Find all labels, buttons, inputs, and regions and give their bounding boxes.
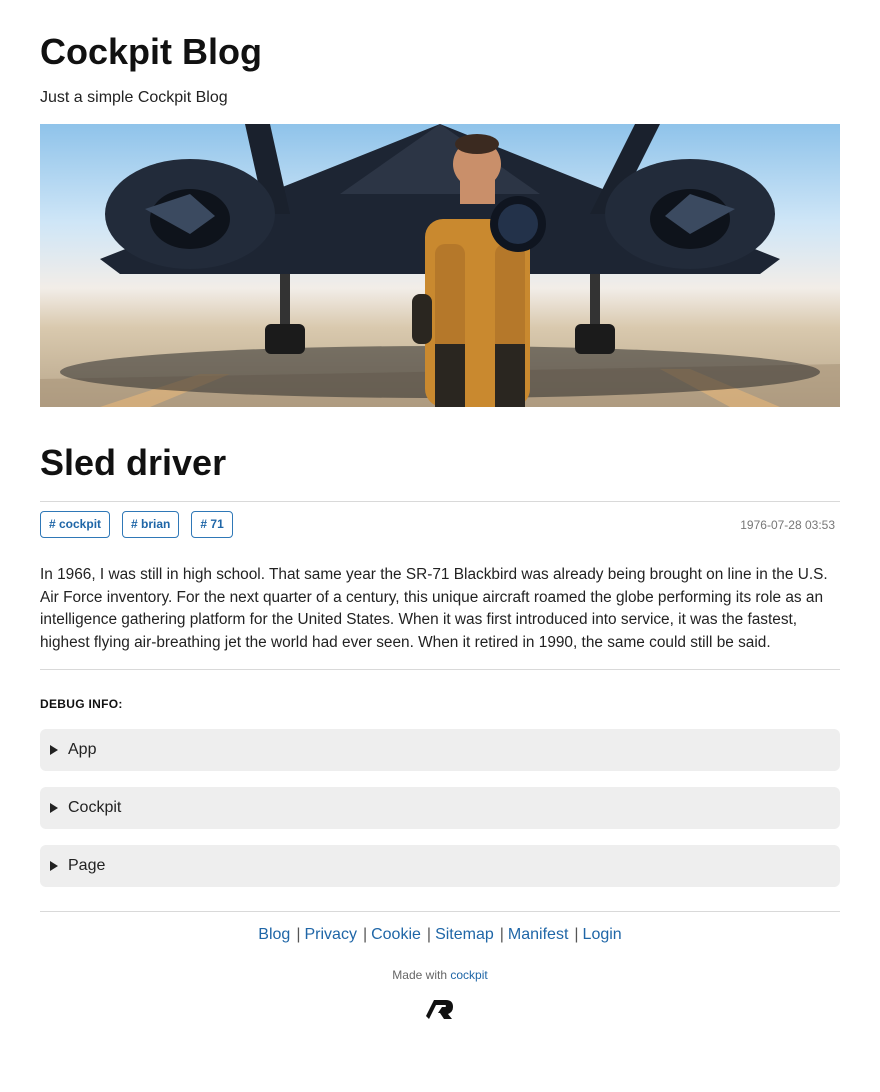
site-subtitle: Just a simple Cockpit Blog: [40, 89, 228, 106]
separator: |: [574, 926, 579, 944]
post-body: In 1966, I was still in high school. Tha…: [40, 566, 828, 651]
footer-link-blog[interactable]: Blog: [258, 926, 290, 943]
debug-section-cockpit[interactable]: Cockpit: [40, 787, 840, 830]
footer-link-sitemap[interactable]: Sitemap: [435, 926, 494, 943]
tag-71[interactable]: # 71: [191, 511, 233, 538]
page: Cockpit Blog Just a simple Cockpit Blog: [0, 0, 880, 1020]
debug-section-app[interactable]: App: [40, 729, 840, 772]
separator: |: [499, 926, 504, 944]
debug-section-label: Cockpit: [68, 799, 122, 817]
tag-cockpit[interactable]: # cockpit: [40, 511, 111, 538]
footer-link-privacy[interactable]: Privacy: [304, 926, 356, 943]
hero-image: [40, 124, 840, 407]
debug-info-label: DEBUG INFO:: [40, 697, 123, 712]
cockpit-link[interactable]: cockpit: [450, 968, 487, 982]
site-title[interactable]: Cockpit Blog: [40, 0, 840, 74]
cockpit-logo-icon[interactable]: [40, 998, 840, 1020]
made-with: Made with cockpit: [40, 968, 840, 982]
cockpit-logo-svg: [426, 1000, 453, 1020]
footer-link-login[interactable]: Login: [583, 926, 622, 943]
divider: [40, 501, 840, 502]
footer: Blog | Privacy | Cookie | Sitemap | Manifest | Log…: [40, 911, 840, 1020]
footer-link-cookie[interactable]: Cookie: [371, 926, 421, 943]
post-meta: # cockpit # brian # 71 1976-07-28 03:53: [40, 511, 840, 538]
hero-illustration: [40, 124, 840, 407]
separator: |: [296, 926, 301, 944]
debug-section-label: Page: [68, 857, 106, 875]
divider: [40, 669, 840, 671]
separator: |: [362, 926, 368, 944]
caret-right-icon: [50, 745, 58, 756]
tag-list: # cockpit # brian # 71: [40, 511, 233, 538]
caret-right-icon: [50, 861, 58, 872]
footer-nav: Blog | Privacy | Cookie | Sitemap | Manifest | Log…: [40, 926, 840, 944]
tag-brian[interactable]: # brian: [122, 511, 180, 538]
footer-link-manifest[interactable]: Manifest: [508, 926, 568, 943]
separator: |: [426, 926, 432, 944]
caret-right-icon: [50, 803, 58, 814]
debug-section-label: App: [68, 741, 97, 759]
post-title: Sled driver: [40, 442, 227, 483]
debug-section-page[interactable]: Page: [40, 845, 840, 888]
post-date: 1976-07-28 03:53: [740, 517, 835, 532]
made-with-prefix: Made with: [392, 968, 447, 983]
